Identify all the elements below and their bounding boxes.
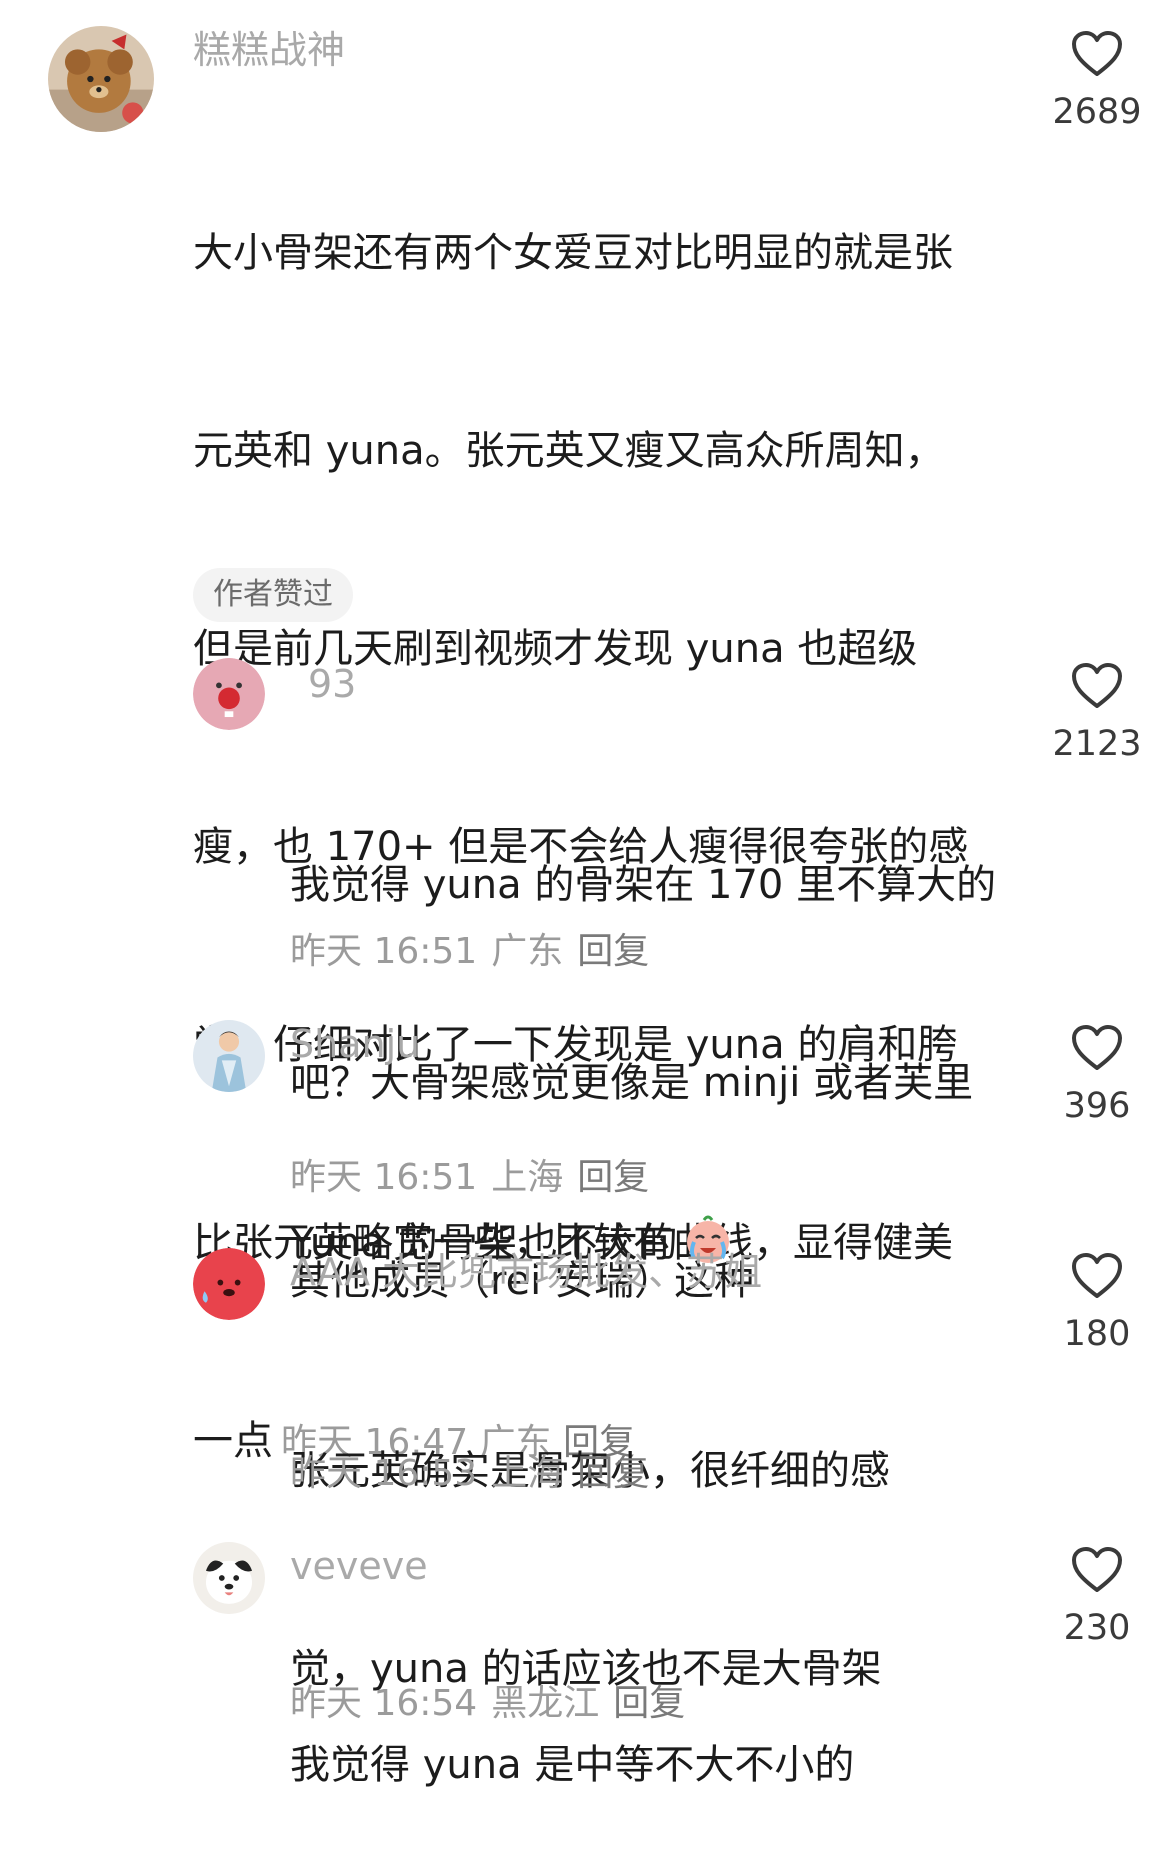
- like-count: 230: [1063, 1608, 1131, 1648]
- comment-author[interactable]: Shanju: [290, 1020, 420, 1068]
- like-button[interactable]: 2689: [1032, 30, 1162, 134]
- comment-author[interactable]: AAA 大比兜市场批发、苏姐: [290, 1248, 762, 1296]
- comment-author[interactable]: veveve: [290, 1542, 428, 1590]
- like-button[interactable]: 180: [1032, 1252, 1162, 1356]
- heart-icon: [1072, 1025, 1122, 1070]
- red-blob-avatar: [193, 1248, 265, 1320]
- puppy-avatar: [193, 1542, 265, 1614]
- pink-clown-avatar: [193, 658, 265, 730]
- like-count: 396: [1063, 1086, 1131, 1126]
- comment-time: 昨天 16:53: [290, 1453, 478, 1494]
- like-count: 2689: [1052, 92, 1142, 132]
- like-count: 180: [1063, 1314, 1131, 1354]
- comment-location: 黑龙江: [491, 1683, 600, 1724]
- comment-meta: 昨天 16:53 上海 回复: [290, 1450, 663, 1498]
- avatar[interactable]: [193, 1020, 265, 1092]
- comment-meta: 昨天 16:51 上海 回复: [290, 1154, 663, 1202]
- reply-button[interactable]: 回复: [577, 931, 649, 972]
- like-button[interactable]: 230: [1032, 1546, 1162, 1650]
- heart-icon: [1072, 663, 1122, 708]
- comment-meta: 昨天 16:54 黑龙江 回复: [290, 1680, 699, 1728]
- comment-location: 上海: [491, 1453, 564, 1494]
- comment-location: 上海: [491, 1157, 564, 1198]
- comment-meta: 昨天 16:51 广东 回复: [290, 928, 663, 976]
- comment-author[interactable]: 93: [308, 660, 356, 708]
- skater-avatar: [193, 1020, 265, 1092]
- reply-button[interactable]: 回复: [577, 1453, 649, 1494]
- reply-button[interactable]: 回复: [613, 1683, 685, 1724]
- heart-icon: [1072, 1547, 1122, 1592]
- author-liked-badge: 作者赞过: [193, 568, 353, 622]
- avatar[interactable]: [193, 1542, 265, 1614]
- teddy-bear-avatar: [48, 26, 154, 132]
- comment-text: Yuna 的骨架也不大的: [290, 1078, 1010, 1342]
- comment-author[interactable]: 糕糕战神: [193, 26, 345, 74]
- heart-icon: [1072, 31, 1122, 76]
- reply-button[interactable]: 回复: [577, 1157, 649, 1198]
- like-count: 2123: [1052, 724, 1142, 764]
- avatar[interactable]: [48, 26, 154, 132]
- like-button[interactable]: 396: [1032, 1024, 1162, 1128]
- comment-location: 广东: [491, 931, 564, 972]
- comment-time: 昨天 16:54: [290, 1683, 478, 1724]
- avatar[interactable]: [193, 658, 265, 730]
- comment-time: 昨天 16:51: [290, 1157, 478, 1198]
- comment-time: 昨天 16:51: [290, 931, 478, 972]
- heart-icon: [1072, 1253, 1122, 1298]
- comment-text: 我觉得 yuna 是中等不大不小的: [290, 1742, 855, 1788]
- avatar[interactable]: [193, 1248, 265, 1320]
- like-button[interactable]: 2123: [1032, 662, 1162, 766]
